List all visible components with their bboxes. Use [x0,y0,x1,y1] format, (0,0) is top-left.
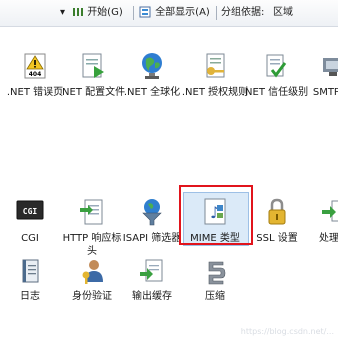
toolbar-divider [133,6,134,20]
start-label: 开始(G) [87,7,123,18]
feature-label: .NET 配置文件 [58,87,126,98]
output-caching-icon [140,259,163,282]
smtp-email-icon [323,58,338,76]
toolbar-divider [216,6,217,20]
feature-label: CGI [21,233,39,244]
authentication-icon [82,260,103,284]
start-arrow-icon [73,8,83,16]
config-file-icon [82,53,104,78]
feature-label: HTTP 响应标头 [62,233,122,257]
feature-label: .NET 授权规则 [181,87,249,98]
ssl-lock-icon [268,198,286,225]
dropdown-arrow-icon[interactable]: ▾ [60,5,65,21]
feature-label: 身份验证 [72,291,112,302]
feature-label: 处理程 [319,233,338,244]
error-page-404-icon: 404 [24,53,46,79]
feature-label: 输出缓存 [132,291,172,302]
feature-label: ISAPI 筛选器 [122,233,182,244]
globe-icon [142,53,162,79]
compression-icon [208,261,226,285]
svg-text:404: 404 [29,71,42,78]
group-by-select[interactable]: 区域 [273,5,293,21]
trust-level-icon [266,54,287,78]
feature-label: 日志 [20,291,40,302]
show-all-button[interactable]: 全部显示(A) [139,5,210,21]
http-response-headers-icon [80,199,103,225]
cgi-icon: CGI [16,200,44,220]
feature-label: 压缩 [205,291,225,302]
svg-text:CGI: CGI [23,207,38,216]
show-all-icon [139,6,151,18]
feature-label: SMTP 电 [312,87,338,98]
logging-icon [22,259,39,283]
start-button[interactable]: 开始(G) [72,5,123,21]
mime-types-icon: ♪ [204,198,226,225]
authorization-rules-icon [206,53,225,78]
feature-label: MIME 类型 [190,233,240,244]
group-by-label: 分组依据: [221,7,265,18]
show-all-label: 全部显示(A) [155,7,210,18]
watermark-text: https://blog.csdn.net/... [240,327,334,336]
handler-mappings-icon [322,200,338,222]
feature-label: .NET 全球化 [123,87,181,98]
isapi-filters-icon [142,199,162,226]
filter-toolbar: ▾ 开始(G) 全部显示(A) 分组依据: 区域 [0,0,338,27]
